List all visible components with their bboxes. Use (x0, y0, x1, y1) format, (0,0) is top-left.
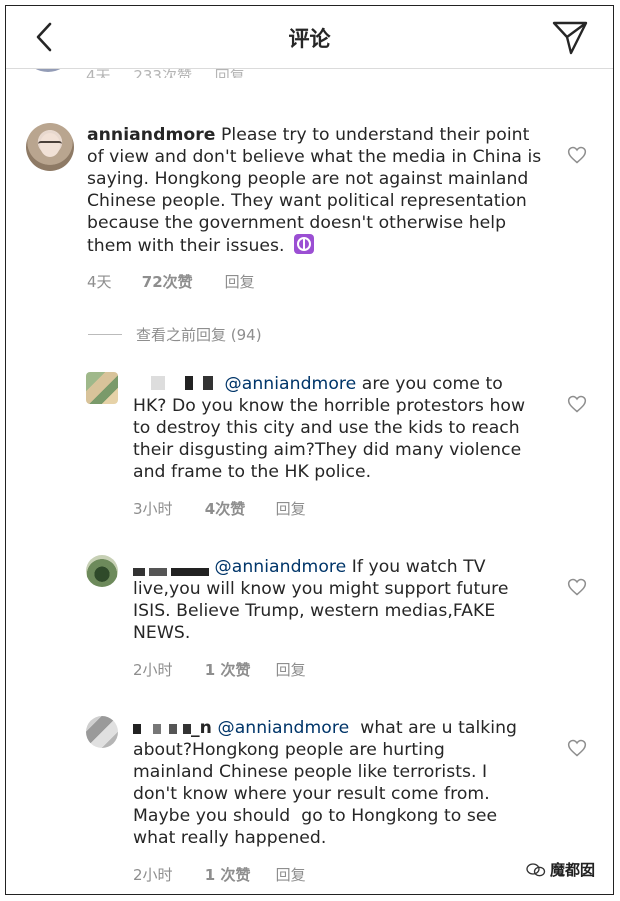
reply-likes[interactable]: 1 次赞 (205, 864, 271, 885)
heart-icon[interactable] (567, 738, 587, 758)
comment-likes[interactable]: 72次赞 (142, 271, 220, 292)
watermark-text: 魔都囡 (549, 861, 595, 879)
watermark: 魔都囡 (526, 859, 595, 880)
peace-emoji-icon (294, 234, 315, 254)
username-redacted (133, 568, 209, 576)
divider-line (88, 334, 122, 335)
comment-age: 4天 (87, 273, 112, 291)
app-frame: 评论 4天 233次赞 回复 anniandmore Please try to… (5, 5, 614, 895)
view-previous-replies[interactable]: 查看之前回复 (94) (88, 324, 262, 345)
reply-meta: 2小时 1 次赞 回复 (133, 864, 306, 885)
view-previous-label: 查看之前回复 (94) (136, 326, 262, 344)
reply-item: @anniandmore If you watch TV live,you wi… (6, 555, 613, 679)
paper-plane-icon (552, 21, 588, 55)
wechat-icon (526, 863, 546, 877)
avatar[interactable] (86, 716, 118, 748)
reply-meta: 2小时 1 次赞 回复 (133, 659, 306, 680)
heart-icon[interactable] (567, 577, 587, 597)
reply-button[interactable]: 回复 (225, 271, 255, 292)
reply-button[interactable]: 回复 (276, 864, 306, 885)
avatar[interactable] (26, 123, 74, 171)
comment-meta: 4天 72次赞 回复 (87, 271, 255, 292)
page-title: 评论 (288, 27, 331, 51)
header: 评论 (6, 6, 613, 69)
reply-button[interactable]: 回复 (276, 498, 306, 519)
reply-item: @anniandmore are you come to HK? Do you … (6, 372, 613, 518)
avatar[interactable] (86, 372, 118, 404)
reply-age: 3小时 (133, 500, 173, 518)
reply-item: _n @anniandmore what are u talking about… (6, 716, 613, 884)
username-redacted (133, 376, 219, 390)
share-button[interactable] (551, 18, 589, 56)
comment-item: anniandmore Please try to understand the… (6, 123, 613, 293)
reply-age: 2小时 (133, 866, 173, 884)
username-suffix[interactable]: _n (191, 718, 212, 738)
comment-username[interactable]: anniandmore (87, 125, 216, 145)
username-redacted (133, 724, 191, 734)
reply-meta: 3小时 4次赞 回复 (133, 498, 306, 519)
reply-age: 2小时 (133, 661, 173, 679)
heart-icon[interactable] (567, 394, 587, 414)
mention-link[interactable]: @anniandmore (215, 557, 347, 577)
reply-likes[interactable]: 4次赞 (205, 498, 271, 519)
mention-link[interactable]: @anniandmore (217, 718, 349, 738)
reply-text: _n @anniandmore what are u talking about… (133, 717, 528, 849)
reply-text: @anniandmore are you come to HK? Do you … (133, 373, 528, 483)
reply-text: @anniandmore If you watch TV live,you wi… (133, 556, 528, 644)
comment-text: anniandmore Please try to understand the… (87, 124, 542, 257)
reply-button[interactable]: 回复 (276, 659, 306, 680)
heart-icon[interactable] (567, 145, 587, 165)
avatar[interactable] (86, 555, 118, 587)
reply-likes[interactable]: 1 次赞 (205, 659, 271, 680)
mention-link[interactable]: @anniandmore (225, 374, 357, 394)
